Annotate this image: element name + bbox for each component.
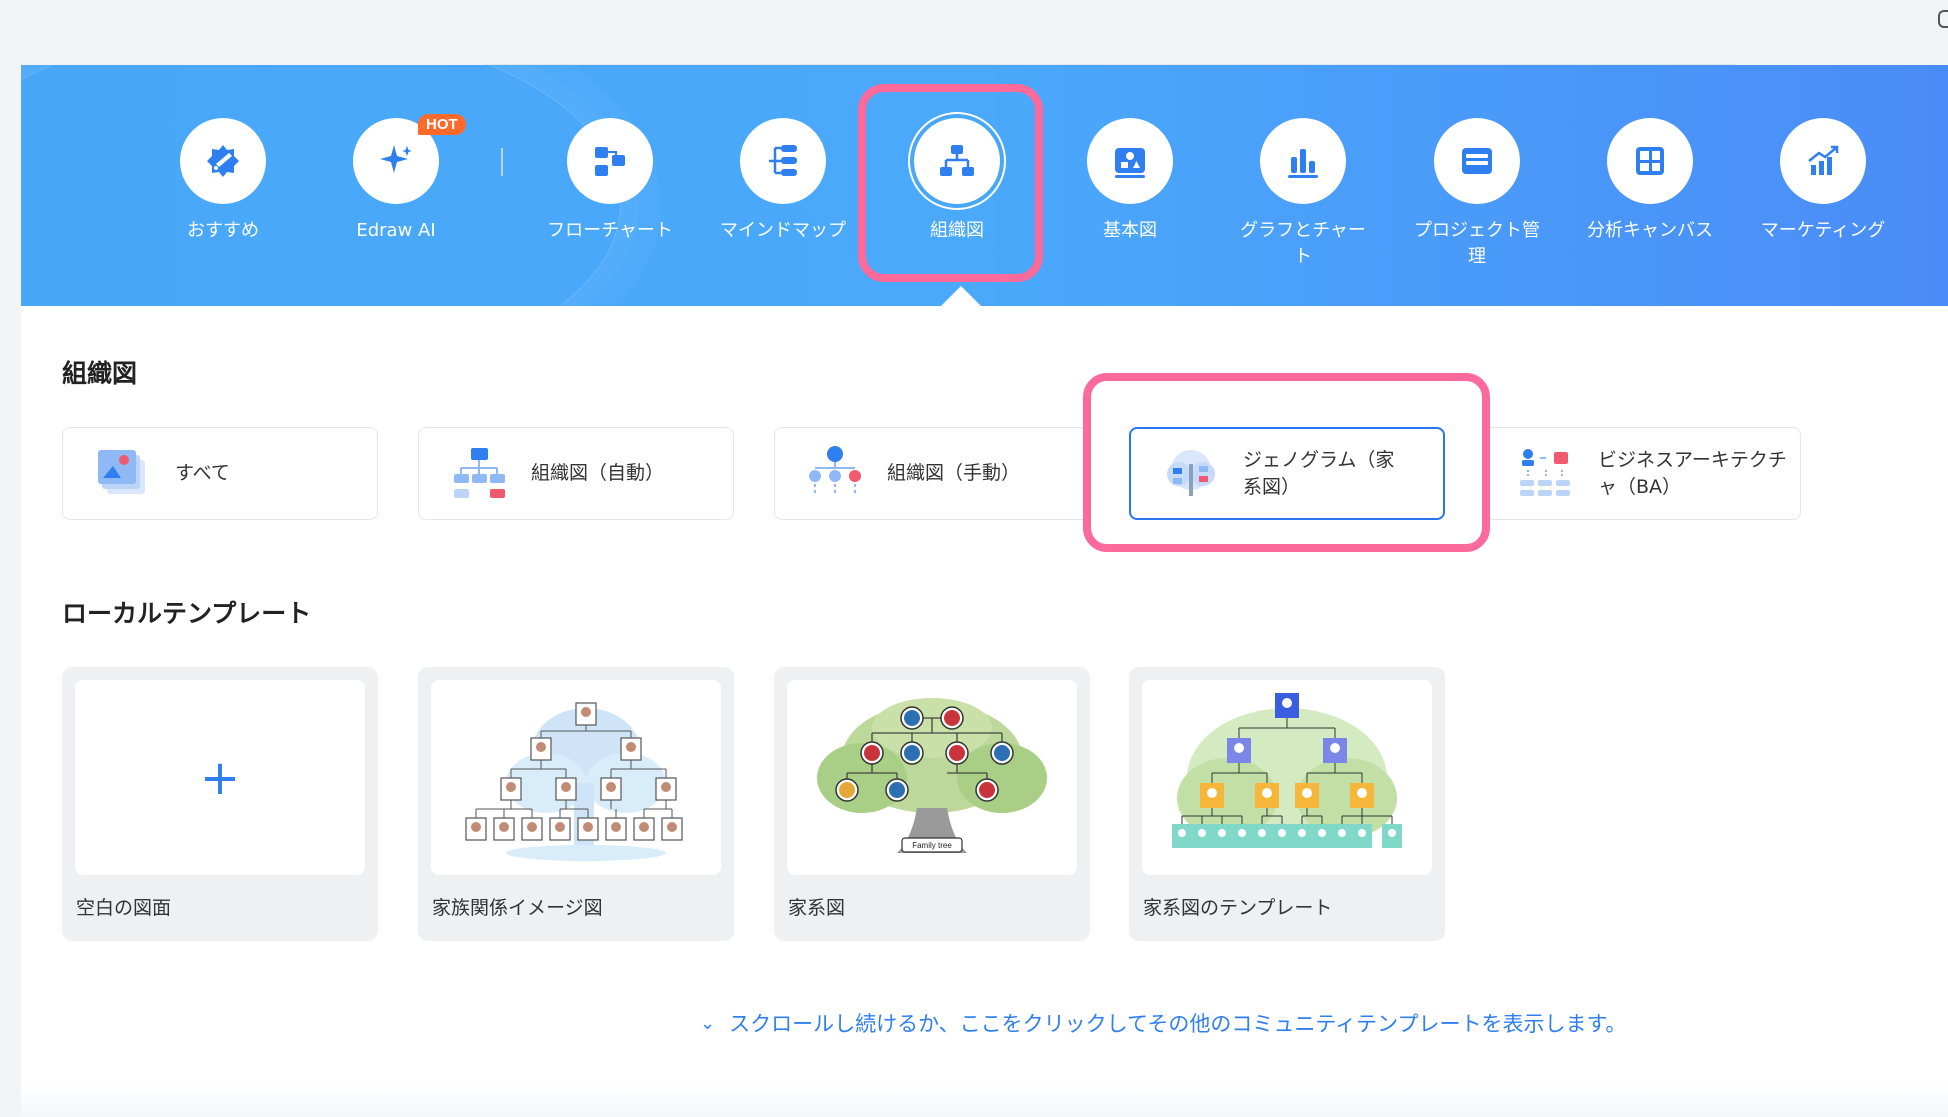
- category-label: マーケティング: [1760, 220, 1886, 241]
- business-architecture-icon: [1520, 448, 1570, 496]
- hot-badge: HOT: [418, 114, 466, 135]
- template-thumbnail: [431, 680, 721, 875]
- family-tree-thumbnail: Family tree: [817, 697, 1047, 853]
- category-label: プロジェクト管理: [1414, 220, 1540, 267]
- category-label: 分析キャンバス: [1587, 220, 1713, 241]
- top-strip: [0, 0, 1948, 66]
- mindmap-icon: [740, 118, 826, 204]
- marketing-icon: [1780, 118, 1866, 204]
- app-window: おすすめ Edraw AI HOT フローチャート マインドマップ 組織図 基本…: [0, 0, 1948, 1117]
- highlight-frame-genogram: [1083, 373, 1490, 552]
- banner-decoration: [21, 65, 621, 306]
- subcategory-org-manual[interactable]: 組織図（手動）: [774, 427, 1090, 520]
- highlight-frame-category: [858, 84, 1043, 282]
- more-templates-text: スクロールし続けるか、ここをクリックしてその他のコミュニティテンプレートを表示し…: [729, 1012, 1627, 1036]
- selected-pointer: [940, 286, 982, 307]
- basic-diagram-icon: [1087, 118, 1173, 204]
- bottom-fade: [21, 1085, 1948, 1117]
- category-label: Edraw AI: [356, 220, 436, 241]
- section-title-org: 組織図: [62, 359, 138, 388]
- template-card-family-relations[interactable]: 家族関係イメージ図: [418, 667, 734, 941]
- category-label: 基本図: [1103, 220, 1157, 241]
- template-name: 家系図: [788, 897, 846, 919]
- bar-chart-icon: [1260, 118, 1346, 204]
- image-gallery-icon: [98, 449, 145, 494]
- category-mindmap[interactable]: マインドマップ: [713, 118, 853, 244]
- canvas-icon: [1607, 118, 1693, 204]
- chevron-down-icon: ⌄: [700, 1012, 716, 1034]
- category-canvas[interactable]: 分析キャンバス: [1580, 118, 1720, 244]
- bell-icon[interactable]: [1938, 10, 1948, 28]
- template-thumbnail: Family tree: [787, 680, 1077, 875]
- subcategory-label: すべて: [175, 462, 230, 484]
- template-card-family-tree[interactable]: Family tree 家系図: [774, 667, 1090, 941]
- category-charts[interactable]: グラフとチャート: [1233, 118, 1373, 270]
- org-auto-icon: [454, 447, 505, 498]
- subcategory-business-architecture[interactable]: ビジネスアーキテクチャ（BA）: [1485, 427, 1801, 520]
- family-tree-badge: Family tree: [912, 841, 952, 850]
- template-name: 家系図のテンプレート: [1143, 897, 1333, 919]
- category-marketing[interactable]: マーケティング: [1753, 118, 1893, 244]
- category-label: マインドマップ: [720, 220, 846, 241]
- template-card-blank[interactable]: + 空白の図面: [62, 667, 378, 941]
- family-tree-template-thumbnail: [1172, 692, 1402, 848]
- subcategory-label: ビジネスアーキテクチャ（BA）: [1598, 448, 1787, 498]
- plus-icon: +: [199, 749, 241, 806]
- category-label: おすすめ: [187, 220, 259, 241]
- template-name: 家族関係イメージ図: [432, 897, 603, 919]
- template-thumbnail: +: [75, 680, 365, 875]
- template-name: 空白の図面: [76, 897, 172, 919]
- subcategory-org-auto[interactable]: 組織図（自動）: [418, 427, 734, 520]
- family-relations-thumbnail: [465, 701, 683, 861]
- category-project[interactable]: プロジェクト管理: [1407, 118, 1547, 270]
- category-label: グラフとチャート: [1240, 220, 1366, 267]
- subcategory-label: 組織図（手動）: [887, 462, 1021, 484]
- template-thumbnail: [1142, 680, 1432, 875]
- section-title-local-templates: ローカルテンプレート: [62, 599, 312, 628]
- org-manual-icon: [809, 445, 861, 496]
- recommend-icon: [180, 118, 266, 204]
- category-divider: [501, 148, 503, 176]
- more-templates-link[interactable]: ⌄ スクロールし続けるか、ここをクリックしてその他のコミュニティテンプレートを表…: [700, 1008, 1626, 1038]
- category-edraw-ai[interactable]: Edraw AI: [326, 118, 466, 244]
- category-flowchart[interactable]: フローチャート: [540, 118, 680, 244]
- flowchart-icon: [567, 118, 653, 204]
- project-icon: [1434, 118, 1520, 204]
- category-recommend[interactable]: おすすめ: [153, 118, 293, 244]
- subcategory-all[interactable]: すべて: [62, 427, 378, 520]
- category-basic[interactable]: 基本図: [1060, 118, 1200, 244]
- subcategory-label: 組織図（自動）: [531, 462, 665, 484]
- template-card-family-tree-template[interactable]: 家系図のテンプレート: [1129, 667, 1445, 941]
- category-label: フローチャート: [547, 220, 673, 241]
